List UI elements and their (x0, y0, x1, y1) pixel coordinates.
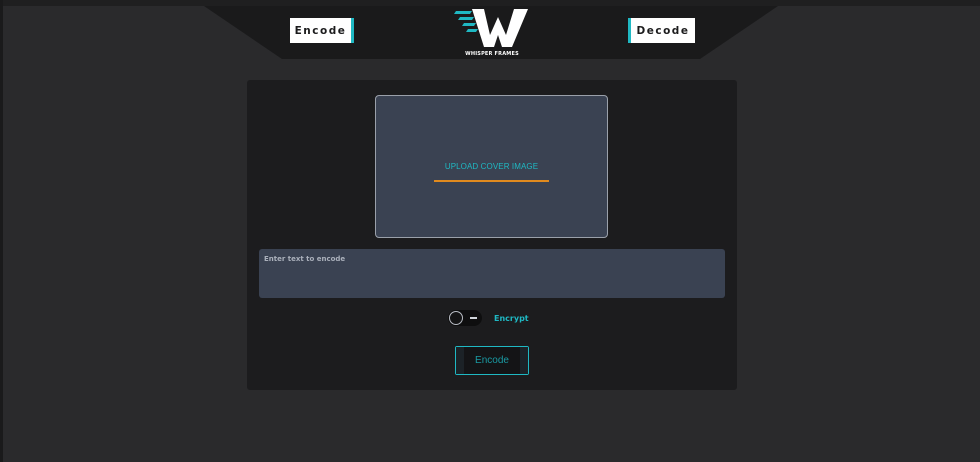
encode-button[interactable]: Encode (455, 346, 529, 375)
button-accent-left (456, 347, 464, 374)
encode-card: UPLOAD COVER IMAGE Encrypt Encode (247, 80, 737, 390)
encrypt-toggle[interactable] (448, 310, 482, 326)
message-input[interactable] (259, 249, 725, 298)
page: Encode WHISPER FRAMES Decode UPLOAD COVE… (0, 0, 980, 462)
logo-text: WHISPER FRAMES (465, 51, 519, 57)
toggle-knob (449, 311, 463, 325)
encrypt-label: Encrypt (494, 314, 529, 323)
toggle-off-indicator (470, 317, 477, 319)
left-edge (0, 0, 3, 462)
logo[interactable]: WHISPER FRAMES (454, 5, 530, 59)
button-accent-right (520, 347, 528, 374)
encode-button-label: Encode (475, 355, 509, 366)
nav-encode-button[interactable]: Encode (290, 18, 354, 43)
upload-underline (434, 180, 549, 182)
upload-cover-image-dropzone[interactable]: UPLOAD COVER IMAGE (375, 95, 608, 238)
nav-decode-button[interactable]: Decode (628, 18, 695, 43)
upload-label: UPLOAD COVER IMAGE (444, 162, 539, 171)
logo-icon (454, 9, 528, 47)
